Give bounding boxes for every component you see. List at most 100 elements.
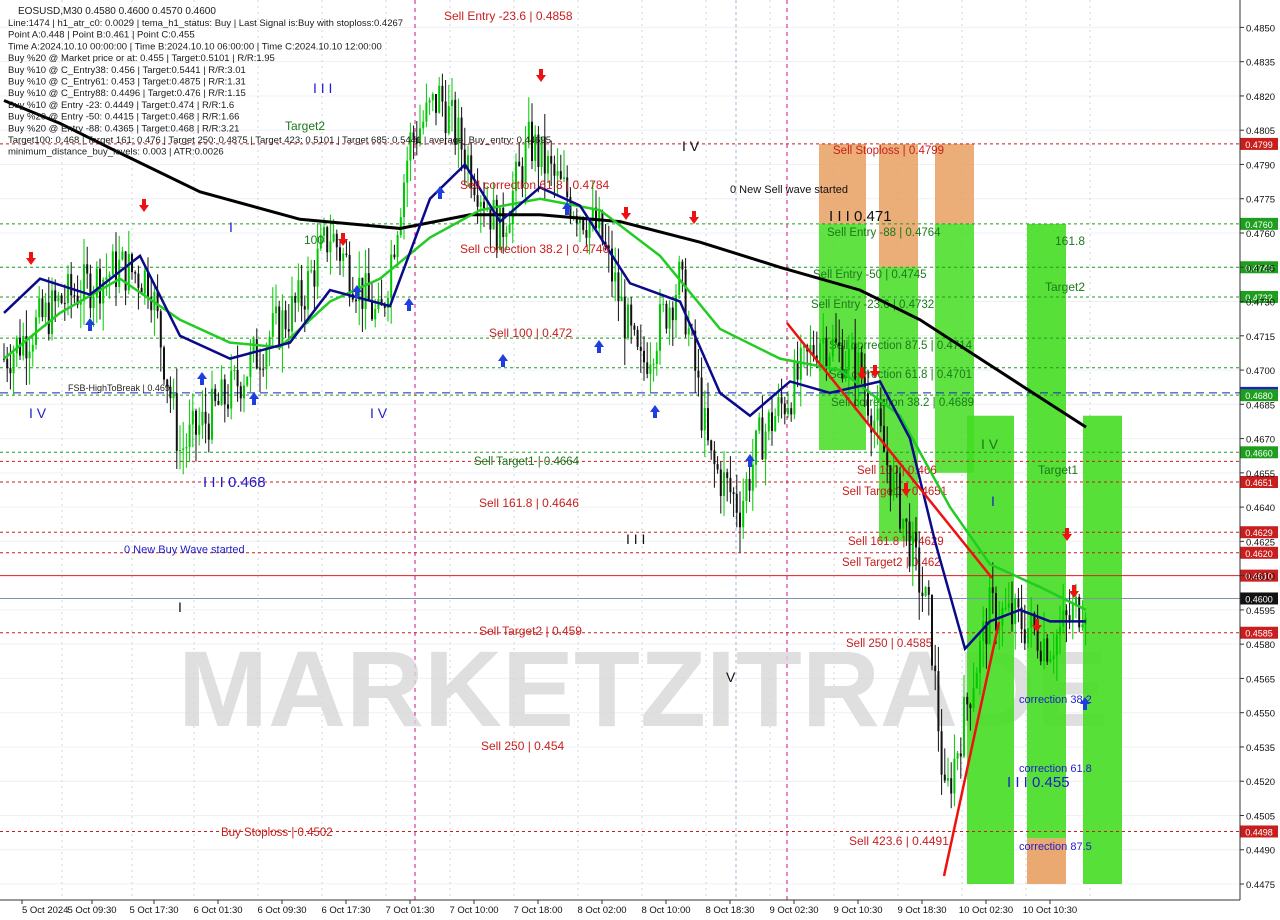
info-line-9: Buy %20 @ Entry -88: 0.4365 | Target:0.4… [8, 123, 239, 134]
candle-body [329, 241, 332, 253]
candle-body [771, 412, 773, 431]
annotation-label: Sell Entry -23.6 | 0.4858 [444, 9, 573, 23]
candle-body [9, 368, 12, 374]
candle-body [1068, 615, 1071, 621]
info-line-4: Buy %10 @ C_Entry38: 0.456 | Target:0.54… [8, 65, 246, 76]
candle-body [518, 161, 521, 167]
price-level-label: Sell Entry -88 | 0.4764 [827, 227, 941, 239]
candle-body [236, 370, 239, 387]
y-tick-label: 0.4670 [1246, 435, 1275, 446]
candle-body [835, 338, 837, 343]
candle-body [246, 376, 249, 386]
candle-body [822, 337, 825, 344]
candle-body [278, 306, 281, 347]
candle-body [956, 753, 959, 759]
price-level-label: Sell 161.8 | 0.4629 [848, 536, 944, 548]
candle-body [447, 105, 450, 134]
x-tick-label: 8 Oct 18:30 [705, 905, 754, 916]
candle-body [915, 531, 917, 548]
candle-body [671, 307, 674, 321]
price-tag: 0.4799 [1245, 140, 1273, 150]
candle-body [1023, 629, 1026, 644]
candle-body [44, 302, 47, 318]
candle-body [758, 417, 761, 431]
candle-body [927, 586, 930, 595]
candle-body [335, 233, 338, 248]
info-line-11: minimum_distance_buy_levels: 0.003 | ATR… [8, 147, 224, 158]
y-tick-label: 0.4505 [1246, 811, 1275, 822]
price-level-label: Sell Target2 | 0.462 [842, 557, 941, 569]
candle-body [166, 379, 169, 387]
candle-body [223, 379, 226, 405]
candle-body [1027, 628, 1029, 644]
candle-body [780, 397, 783, 404]
candle-body [217, 400, 220, 405]
candle-body [889, 465, 892, 496]
y-tick-label: 0.4550 [1246, 709, 1275, 720]
candle-body [959, 753, 962, 757]
candle-body [620, 296, 623, 302]
price-chart[interactable]: MARKETZITRADE Sell Stoploss | 0.4799Sell… [0, 0, 1280, 920]
candle-body [767, 412, 770, 432]
annotation-label: 0 New Buy Wave started [124, 544, 245, 556]
candle-body [1059, 626, 1061, 635]
candle-body [435, 93, 437, 113]
candle-body [687, 328, 690, 335]
candle-body [163, 347, 165, 380]
candle-body [787, 408, 789, 415]
candle-body [735, 494, 738, 513]
candle-body [726, 472, 729, 478]
candle-body [511, 190, 514, 225]
y-tick-label: 0.4490 [1246, 846, 1275, 857]
candle-body [777, 397, 780, 417]
symbol-line: EOSUSD,M30 0.4580 0.4600 0.4570 0.4600 [18, 6, 216, 17]
price-tag: 0.4585 [1245, 629, 1273, 639]
candle-body [300, 280, 303, 307]
candle-body [220, 379, 223, 405]
candle-body [63, 303, 66, 305]
candle-body [281, 310, 284, 347]
candle-body [275, 306, 277, 314]
candle-body [271, 313, 274, 337]
candle-body [1007, 603, 1010, 608]
candle-body [175, 393, 178, 451]
candle-body [204, 411, 207, 424]
candle-body [636, 329, 639, 347]
candle-body [918, 547, 921, 593]
candle-body [137, 273, 140, 288]
candle-body [371, 300, 373, 320]
annotation-label: I [229, 219, 233, 235]
y-tick-label: 0.4805 [1246, 126, 1275, 137]
candle-body [995, 593, 997, 631]
annotation-label: 100 [304, 233, 324, 247]
candle-body [316, 248, 319, 287]
candle-body [428, 100, 431, 103]
candle-body [230, 370, 233, 409]
candle-body [227, 404, 229, 409]
candle-body [294, 296, 297, 303]
y-tick-label: 0.4580 [1246, 640, 1275, 651]
annotation-label: correction 87.5 [1019, 841, 1092, 853]
candle-body [729, 477, 732, 493]
candle-body [214, 388, 217, 401]
candle-body [28, 351, 31, 359]
candle-body [902, 518, 905, 529]
info-line-10: Target100: 0.468 | Target 161: 0.476 | T… [8, 135, 551, 146]
annotation-label: I [178, 599, 182, 615]
y-tick-label: 0.4745 [1246, 263, 1275, 274]
annotation-label: Target1 [1038, 463, 1078, 477]
candle-body [1004, 607, 1007, 609]
candle-body [838, 342, 841, 346]
candle-body [83, 264, 85, 302]
x-tick-label: 10 Oct 10:30 [1023, 905, 1077, 916]
x-tick-label: 5 Oct 09:30 [67, 905, 116, 916]
x-tick-label: 5 Oct 17:30 [129, 905, 178, 916]
candle-body [342, 253, 345, 261]
candle-body [547, 155, 549, 174]
candle-body [643, 350, 645, 363]
candle-body [1043, 638, 1045, 662]
candle-body [947, 778, 949, 781]
zone-target [967, 415, 1014, 885]
annotation-label: V [726, 669, 736, 685]
y-tick-label: 0.4520 [1246, 777, 1275, 788]
